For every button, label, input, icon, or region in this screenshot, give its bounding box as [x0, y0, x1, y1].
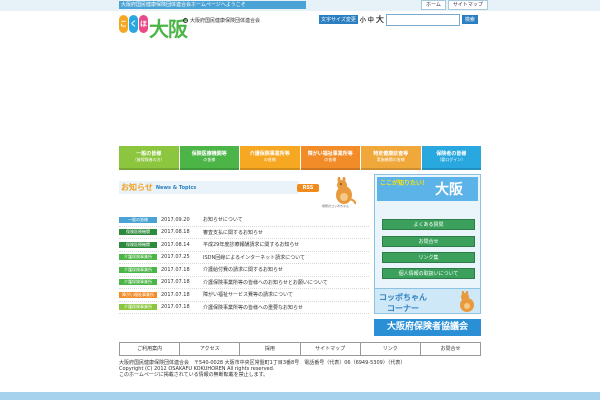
koppo-line-1: コッポちゃん — [379, 293, 427, 302]
site-logo[interactable]: こ く ほ 大阪 — [118, 13, 188, 41]
news-title-link[interactable]: 介護保険事業所等の皆様への重要なお知らせ — [203, 304, 303, 311]
list-item[interactable]: 介護保険事業所 2017.07.18 介護保険事業所等の皆様へのお知らせとお願い… — [119, 277, 369, 289]
insurer-council-banner[interactable]: 大阪府保険者協議会 — [374, 319, 481, 336]
nav-medical[interactable]: 保険医療機関等 の皆様 — [179, 146, 239, 170]
faq-panel: ここが知りたい！ 大阪 よくある質問 お問合せ リンク集 個人情報の取扱いについ… — [374, 174, 481, 289]
org-mark-icon — [183, 18, 188, 23]
faq-banner-text: ここが知りたい！ — [380, 180, 429, 187]
list-item[interactable]: 保険医療機関 2017.08.14 平成29年度診療報酬請求に関するお知らせ — [119, 239, 369, 252]
faq-banner[interactable]: ここが知りたい！ 大阪 — [377, 177, 478, 201]
kangaroo-mascot-icon — [336, 177, 356, 205]
font-size-large[interactable]: 大 — [376, 14, 384, 25]
news-title-link[interactable]: ISDN回線によるインターネット請求について — [203, 254, 305, 261]
news-title-link[interactable]: 介護給付費の請求に関するお知らせ — [203, 266, 283, 273]
nav-sub: の皆様 — [324, 157, 337, 162]
nav-sub: の皆様 — [203, 157, 216, 162]
list-item[interactable]: 一般の皆様 2017.09.20 お知らせについて — [119, 214, 369, 227]
nav-sub: 実施機関の皆様 — [376, 157, 405, 162]
sidebar-button-links[interactable]: リンク集 — [382, 252, 475, 263]
font-size-search-bar: 文字サイズ変更 小 中 大 検索 — [319, 13, 478, 26]
font-size-medium[interactable]: 中 — [368, 15, 374, 24]
footer-nav: ご利用案内 アクセス 採用 サイトマップ リンク お問合せ — [119, 342, 481, 356]
news-date: 2017.08.18 — [161, 229, 190, 236]
news-title-en: News & Topics — [155, 184, 197, 191]
news-date: 2017.07.18 — [161, 304, 190, 311]
category-badge: 保険医療機関 — [119, 241, 157, 248]
category-badge: 障がい福祉事業所 — [119, 291, 157, 298]
category-badge: 介護保険事業所 — [119, 254, 157, 261]
site-tagline: 大阪府国民健康保険団体連合会ホームページへようこそ — [119, 1, 306, 9]
font-size-label: 文字サイズ変更 — [319, 15, 358, 24]
footer-link[interactable]: アクセス — [180, 343, 241, 355]
nav-sub: の皆様 — [263, 157, 276, 162]
list-item[interactable]: 保険医療機関 2017.08.18 審査支払に関するお知らせ — [119, 227, 369, 239]
list-item[interactable]: 介護保険事業所 2017.07.25 ISDN回線によるインターネット請求につい… — [119, 252, 369, 264]
footer-link[interactable]: リンク — [361, 343, 421, 355]
faq-banner-osaka: 大阪 — [435, 182, 463, 198]
footer-note: このホームページに掲載されている情報の無断転載を禁止します。 — [119, 372, 269, 378]
home-link[interactable]: ホーム — [421, 0, 446, 10]
news-date: 2017.07.18 — [161, 266, 190, 273]
news-date: 2017.08.14 — [161, 241, 190, 248]
footer-link[interactable]: ご利用案内 — [120, 343, 181, 355]
koppo-corner-banner[interactable]: コッポちゃん コーナー — [374, 288, 481, 314]
news-heading: お知らせ News & Topics — [119, 181, 299, 194]
nav-general[interactable]: 一般の皆様 （被保険者の方） — [119, 146, 179, 170]
sidebar-button-privacy[interactable]: 個人情報の取扱いについて — [382, 268, 475, 279]
category-badge: 介護保険事業所 — [119, 304, 157, 311]
footer-link[interactable]: お問合せ — [421, 343, 480, 355]
search-button[interactable]: 検索 — [461, 15, 478, 24]
nav-care[interactable]: 介護保険事業所等 の皆様 — [240, 146, 300, 170]
category-badge: 介護保険事業所 — [119, 266, 157, 273]
nav-sub: （被保険者の方） — [132, 157, 165, 162]
bottom-stripe — [0, 392, 600, 400]
logo-char-ho: ほ — [139, 15, 148, 33]
news-title-link[interactable]: 障がい福祉サービス費等の請求について — [203, 291, 293, 298]
news-list: 一般の皆様 2017.09.20 お知らせについて 保険医療機関 2017.08… — [119, 214, 369, 314]
news-title-jp: お知らせ — [121, 183, 153, 192]
list-item[interactable]: 介護保険事業所 2017.07.18 介護保険事業所等の皆様への重要なお知らせ — [119, 302, 369, 314]
list-item[interactable]: 介護保険事業所 2017.07.18 介護給付費の請求に関するお知らせ — [119, 264, 369, 277]
news-title-link[interactable]: 介護保険事業所等の皆様へのお知らせとお願いについて — [203, 279, 328, 286]
footer-link[interactable]: サイトマップ — [301, 343, 361, 355]
logo-char-ku: く — [129, 15, 138, 33]
top-bar: 大阪府国民健康保険団体連合会ホームページへようこそ ホーム サイトマップ — [0, 0, 600, 11]
news-title-link[interactable]: お知らせについて — [203, 216, 243, 223]
top-links: ホーム サイトマップ — [421, 0, 488, 10]
category-badge: 保険医療機関 — [119, 229, 157, 236]
category-badge: 介護保険事業所 — [119, 279, 157, 286]
footer-link[interactable]: 採用 — [240, 343, 301, 355]
nav-sub: （要ログイン） — [437, 157, 466, 162]
news-date: 2017.09.20 — [161, 216, 190, 223]
news-date: 2017.07.18 — [161, 279, 190, 286]
rss-button[interactable]: RSS — [297, 184, 319, 192]
sidebar-button-faq[interactable]: よくある質問 — [382, 219, 475, 230]
nav-insurers[interactable]: 保険者の皆様 （要ログイン） — [421, 146, 481, 170]
news-date: 2017.07.25 — [161, 254, 190, 261]
org-name-text: 大阪府国民健康保険団体連合会 — [190, 18, 261, 24]
mascot-caption: 場所のコッポちゃん — [322, 204, 350, 208]
font-size-small[interactable]: 小 — [360, 15, 366, 24]
news-title-link[interactable]: 平成29年度診療報酬請求に関するお知らせ — [203, 241, 299, 248]
nav-health-checkup[interactable]: 特定健康診査等 実施機関の皆様 — [361, 146, 421, 170]
sidebar-button-contact[interactable]: お問合せ — [382, 236, 475, 247]
main-nav: 一般の皆様 （被保険者の方） 保険医療機関等 の皆様 介護保険事業所等 の皆様 … — [119, 146, 481, 170]
news-date: 2017.07.18 — [161, 291, 190, 298]
list-item[interactable]: 障がい福祉事業所 2017.07.18 障がい福祉サービス費等の請求について — [119, 289, 369, 302]
nav-disability[interactable]: 障がい福祉事業所等 の皆様 — [300, 146, 360, 170]
search-input[interactable] — [385, 13, 460, 26]
koppo-line-2: コーナー — [387, 304, 419, 313]
footer-info: 大阪府国民健康保険団体連合会 〒540-0028 大阪市中央区常盤町1丁目3番8… — [119, 360, 481, 378]
kangaroo-mascot-icon — [460, 291, 474, 312]
sitemap-link[interactable]: サイトマップ — [447, 0, 488, 10]
news-title-link[interactable]: 審査支払に関するお知らせ — [203, 229, 263, 236]
org-name: 大阪府国民健康保険団体連合会 — [183, 17, 260, 24]
logo-char-ko: こ — [119, 15, 128, 33]
category-badge: 一般の皆様 — [119, 216, 157, 223]
logo-text: 大阪 — [149, 17, 188, 41]
